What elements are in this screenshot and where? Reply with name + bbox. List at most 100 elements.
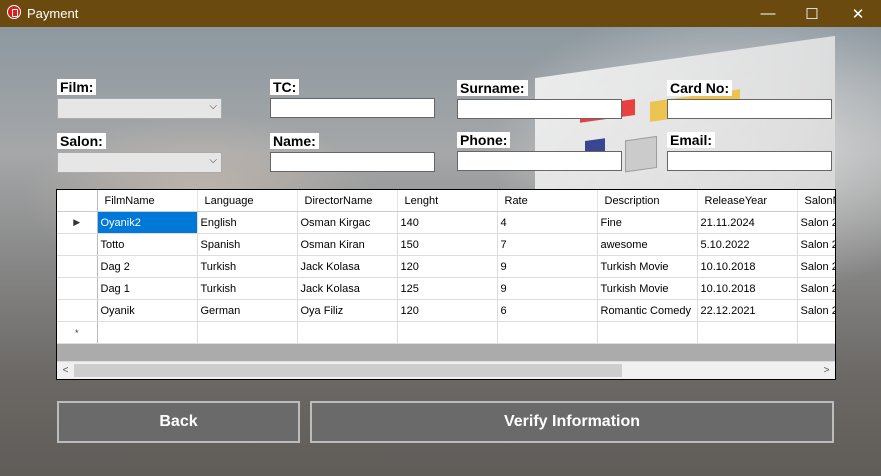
- surname-label: Surname:: [457, 80, 528, 96]
- table-cell[interactable]: Oya Filiz: [297, 299, 398, 322]
- table-cell[interactable]: 10.10.2018: [697, 255, 798, 278]
- table-cell[interactable]: Fine: [597, 211, 698, 234]
- horizontal-scrollbar[interactable]: < >: [57, 361, 835, 379]
- phone-label: Phone:: [457, 132, 511, 148]
- table-cell[interactable]: [497, 321, 598, 344]
- table-row[interactable]: Totto Spanish Osman Kiran 150 7 awesome …: [57, 233, 835, 256]
- back-button[interactable]: Back: [57, 401, 300, 443]
- table-cell[interactable]: Salon 2: [797, 255, 835, 278]
- scrollbar-thumb[interactable]: [74, 364, 622, 377]
- film-label: Film:: [57, 79, 97, 95]
- table-cell[interactable]: 6: [497, 299, 598, 322]
- table-cell[interactable]: Osman Kirgac: [297, 211, 398, 234]
- row-header[interactable]: ▶: [57, 211, 98, 234]
- column-header[interactable]: Description: [597, 190, 698, 212]
- row-header[interactable]: *: [57, 321, 98, 344]
- table-cell[interactable]: 150: [397, 233, 498, 256]
- table-cell[interactable]: Salon 2: [797, 277, 835, 300]
- table-row[interactable]: Dag 2 Turkish Jack Kolasa 120 9 Turkish …: [57, 255, 835, 278]
- table-cell[interactable]: 22.12.2021: [697, 299, 798, 322]
- table-cell[interactable]: Turkish: [197, 277, 298, 300]
- table-cell[interactable]: Dag 2: [97, 255, 198, 278]
- scroll-left-icon[interactable]: <: [58, 363, 73, 378]
- table-cell[interactable]: 21.11.2024: [697, 211, 798, 234]
- name-input[interactable]: [270, 152, 435, 172]
- table-cell[interactable]: [297, 321, 398, 344]
- new-row[interactable]: *: [57, 321, 835, 344]
- film-combobox[interactable]: ⌵: [57, 98, 222, 119]
- row-header[interactable]: [57, 255, 98, 278]
- table-header-row: FilmName Language DirectorName Lenght Ra…: [57, 190, 835, 212]
- table-cell[interactable]: 120: [397, 255, 498, 278]
- table-cell[interactable]: Salon 2: [797, 211, 835, 234]
- table-cell[interactable]: 9: [497, 255, 598, 278]
- maximize-button[interactable]: ☐: [789, 0, 835, 27]
- column-header[interactable]: ReleaseYear: [697, 190, 798, 212]
- chevron-down-icon: ⌵: [209, 101, 217, 112]
- table-cell[interactable]: [597, 321, 698, 344]
- table-cell[interactable]: Dag 1: [97, 277, 198, 300]
- row-header[interactable]: [57, 277, 98, 300]
- table-cell[interactable]: awesome: [597, 233, 698, 256]
- table-cell[interactable]: [97, 321, 198, 344]
- table-cell[interactable]: Osman Kiran: [297, 233, 398, 256]
- surname-input[interactable]: [457, 99, 622, 119]
- table-cell[interactable]: 5.10.2022: [697, 233, 798, 256]
- tc-label: TC:: [270, 79, 300, 95]
- phone-input[interactable]: [457, 151, 622, 171]
- table-cell[interactable]: [797, 321, 835, 344]
- column-header[interactable]: SalonN: [797, 190, 835, 212]
- table-cell[interactable]: Turkish: [197, 255, 298, 278]
- table-cell[interactable]: 125: [397, 277, 498, 300]
- salon-combobox[interactable]: ⌵: [57, 152, 222, 173]
- table-cell[interactable]: Turkish Movie: [597, 277, 698, 300]
- close-button[interactable]: ✕: [835, 0, 881, 27]
- table-cell[interactable]: [697, 321, 798, 344]
- table-cell[interactable]: Oyanik: [97, 299, 198, 322]
- minimize-button[interactable]: —: [745, 0, 791, 27]
- table-cell[interactable]: [397, 321, 498, 344]
- table-cell[interactable]: Totto: [97, 233, 198, 256]
- table-cell[interactable]: Spanish: [197, 233, 298, 256]
- row-header[interactable]: [57, 299, 98, 322]
- tc-input[interactable]: [270, 98, 435, 118]
- films-table: FilmName Language DirectorName Lenght Ra…: [57, 190, 835, 344]
- table-cell[interactable]: [197, 321, 298, 344]
- verify-information-button[interactable]: Verify Information: [310, 401, 834, 443]
- table-cell[interactable]: 7: [497, 233, 598, 256]
- row-header[interactable]: [57, 233, 98, 256]
- window-title: Payment: [27, 6, 79, 21]
- table-row[interactable]: ▶ Oyanik2 English Osman Kirgac 140 4 Fin…: [57, 211, 835, 234]
- new-row-icon: *: [74, 327, 79, 338]
- table-cell[interactable]: Salon 2: [797, 233, 835, 256]
- chevron-down-icon: ⌵: [209, 155, 217, 166]
- scroll-right-icon[interactable]: >: [819, 363, 834, 378]
- films-datagrid[interactable]: FilmName Language DirectorName Lenght Ra…: [56, 189, 836, 380]
- table-cell[interactable]: English: [197, 211, 298, 234]
- table-cell[interactable]: Romantic Comedy: [597, 299, 698, 322]
- payment-window: Payment — ☐ ✕ Film: Salon: TC: Name: Sur…: [0, 0, 881, 476]
- row-header-corner[interactable]: [57, 190, 98, 212]
- table-row[interactable]: Oyanik German Oya Filiz 120 6 Romantic C…: [57, 299, 835, 322]
- column-header[interactable]: Language: [197, 190, 298, 212]
- table-cell[interactable]: Turkish Movie: [597, 255, 698, 278]
- table-cell[interactable]: 120: [397, 299, 498, 322]
- table-cell[interactable]: 9: [497, 277, 598, 300]
- column-header[interactable]: DirectorName: [297, 190, 398, 212]
- table-cell[interactable]: Jack Kolasa: [297, 255, 398, 278]
- column-header[interactable]: Lenght: [397, 190, 498, 212]
- table-cell[interactable]: Salon 2: [797, 299, 835, 322]
- table-cell[interactable]: Jack Kolasa: [297, 277, 398, 300]
- column-header[interactable]: FilmName: [97, 190, 198, 212]
- table-row[interactable]: Dag 1 Turkish Jack Kolasa 125 9 Turkish …: [57, 277, 835, 300]
- table-cell[interactable]: 140: [397, 211, 498, 234]
- table-cell[interactable]: 10.10.2018: [697, 277, 798, 300]
- card-no-label: Card No:: [667, 80, 733, 96]
- table-cell[interactable]: Oyanik2: [97, 211, 198, 234]
- table-cell[interactable]: German: [197, 299, 298, 322]
- card-no-input[interactable]: [667, 99, 832, 119]
- column-header[interactable]: Rate: [497, 190, 598, 212]
- email-input[interactable]: [667, 151, 832, 171]
- title-bar: Payment — ☐ ✕: [0, 0, 881, 27]
- table-cell[interactable]: 4: [497, 211, 598, 234]
